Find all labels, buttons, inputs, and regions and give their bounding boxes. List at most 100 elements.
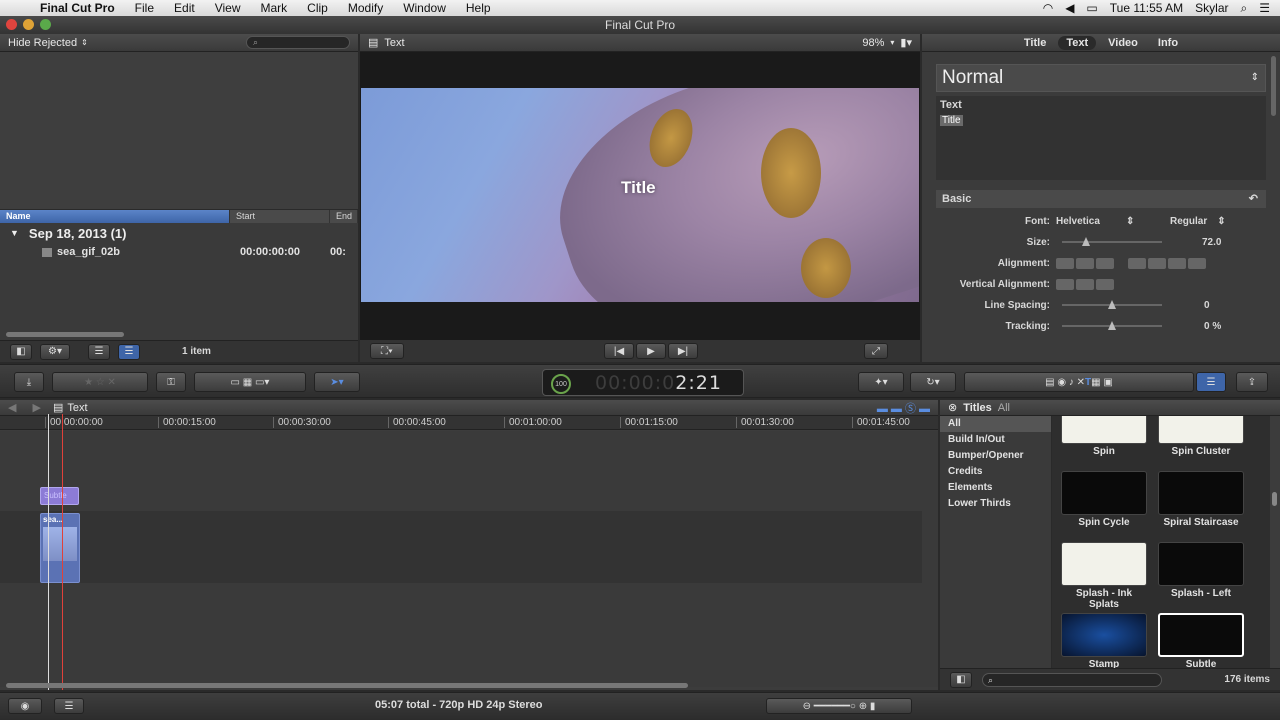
title-tile[interactable]: Spin Cycle [1060,471,1148,528]
enhance-button[interactable]: ✦▾ [858,372,904,392]
weight-popup[interactable]: Regular [1170,216,1207,227]
title-tile[interactable]: Splash - Left [1157,542,1245,599]
list-view-button[interactable]: ☰ [118,343,140,360]
menu-help[interactable]: Help [456,1,501,15]
category-lower-thirds[interactable]: Lower Thirds [940,496,1051,512]
valign-buttons[interactable] [1056,278,1114,290]
tracking-slider[interactable] [1062,321,1162,330]
search-icon[interactable]: ⌕ [1241,1,1248,16]
tab-title[interactable]: Title [1016,36,1054,50]
column-name[interactable]: Name [0,210,230,223]
reset-icon[interactable]: ↶ [1249,190,1258,208]
fullscreen-button[interactable]: ⤢ [864,343,888,359]
action-gear-button[interactable]: ⚙▾ [40,343,70,360]
tab-video[interactable]: Video [1100,36,1146,50]
library-toggle-button[interactable]: ◧ [10,343,32,360]
horizontal-scrollbar[interactable] [6,332,124,337]
chevron-down-icon[interactable]: ▾ [890,38,894,47]
category-build-in-out[interactable]: Build In/Out [940,432,1051,448]
share-button[interactable]: ⇪ [1236,372,1268,392]
list-icon[interactable]: ☰ [1259,1,1270,15]
video-frame[interactable]: Title [361,88,919,302]
alignment-buttons[interactable] [1056,257,1114,269]
basic-section-header[interactable]: Basic ↶ [936,190,1266,208]
menu-user[interactable]: Skylar [1195,1,1228,15]
timeline-scrollbar[interactable] [6,683,688,688]
minimize-icon[interactable] [23,19,34,30]
rating-buttons[interactable]: ★ ☆ ✕ [52,372,148,392]
titles-browser-icon[interactable]: T [1085,377,1091,388]
view-options-icon[interactable]: ▮▾ [900,36,912,49]
line-spacing-slider[interactable] [1062,300,1162,309]
retime-button[interactable]: ↻▾ [910,372,956,392]
timeline-ruler[interactable]: 00:00:00:00 00:00:15:00 00:00:30:00 00:0… [0,416,938,430]
title-tile[interactable]: Splash - Ink Splats [1060,542,1148,610]
title-clip[interactable]: Subtle [40,487,79,505]
playhead[interactable] [62,414,63,690]
list-item[interactable]: sea_gif_02b 00:00:00:00 00: [0,243,358,261]
titles-filter[interactable]: All [998,402,1010,414]
wifi-icon[interactable]: ◠ [1043,1,1053,15]
column-end[interactable]: End [330,210,358,223]
menu-view[interactable]: View [205,1,251,15]
close-icon[interactable] [6,19,17,30]
title-tile[interactable]: Spin [1060,416,1148,457]
audio-meters-button[interactable]: ◉ [8,698,42,714]
timeline-index-button[interactable]: ☰ [54,698,84,714]
import-button[interactable]: ⤓ [14,372,44,392]
title-tile-selected[interactable]: Subtle [1157,613,1245,668]
filter-popup[interactable]: Hide Rejected [8,37,77,49]
disclosure-triangle-icon[interactable]: ▼ [10,228,19,238]
title-tile[interactable]: Stamp [1060,613,1148,668]
title-tile[interactable]: Spin Cluster [1157,416,1245,457]
sidebar-toggle-button[interactable]: ◧ [950,671,972,688]
line-spacing-value[interactable]: 0 [1204,300,1210,311]
timeline-controls[interactable]: ▬ ▬ Ⓢ ▬ [877,400,930,416]
video-clip[interactable]: sea... [40,513,80,583]
menu-modify[interactable]: Modify [338,1,393,15]
titles-search-input[interactable]: ⌕ [982,672,1162,687]
media-browser-buttons[interactable]: ▤ ◉ ♪ ✕ T ▦ ▣ [964,372,1194,392]
inspector-scrollbar[interactable] [1271,56,1276,116]
menu-app[interactable]: Final Cut Pro [30,1,125,15]
size-value[interactable]: 72.0 [1202,237,1221,248]
back-icon[interactable]: ◀ [8,401,16,414]
transform-button[interactable]: ⛶▾ [370,343,404,359]
menu-edit[interactable]: Edit [164,1,205,15]
column-start[interactable]: Start [230,210,330,223]
size-slider[interactable] [1062,237,1162,246]
titles-scrollbar[interactable] [1272,492,1277,506]
themes-button[interactable]: ☰ [1196,372,1226,392]
text-value[interactable]: Title [940,115,963,126]
keyword-button[interactable]: ⚿ [156,372,186,392]
zoom-slider[interactable]: ⊖ ━━━━━━○ ⊕ ▮ [766,698,912,714]
menu-clip[interactable]: Clip [297,1,338,15]
text-style-preset[interactable]: Normal ⇕ [936,64,1266,92]
category-bumper-opener[interactable]: Bumper/Opener [940,448,1051,464]
tracking-value[interactable]: 0 % [1204,321,1221,332]
zoom-icon[interactable] [40,19,51,30]
event-group[interactable]: ▼ Sep 18, 2013 (1) [0,223,358,243]
menu-window[interactable]: Window [393,1,456,15]
volume-icon[interactable]: ◀ [1065,1,1074,15]
select-tool-button[interactable]: ➤▾ [314,372,360,392]
previous-edit-button[interactable]: |◀ [604,343,634,359]
battery-icon[interactable]: ▭ [1086,1,1097,15]
close-icon[interactable]: ⊗ [948,401,957,414]
justify-buttons[interactable] [1128,257,1206,269]
forward-icon[interactable]: ▶ [32,401,40,414]
title-tile[interactable]: Spiral Staircase [1157,471,1245,528]
text-field[interactable]: Text Title [936,96,1266,180]
timecode-display[interactable]: 100 00:00:02:21 [542,369,744,396]
edit-buttons[interactable]: ▭ ▦ ▭▾ [194,372,306,392]
next-edit-button[interactable]: ▶| [668,343,698,359]
filmstrip-view-button[interactable]: ☰ [88,343,110,360]
menu-clock[interactable]: Tue 11:55 AM [1110,1,1183,15]
search-input[interactable]: ⌕ [246,36,350,49]
category-credits[interactable]: Credits [940,464,1051,480]
play-button[interactable]: ▶ [636,343,666,359]
tab-info[interactable]: Info [1150,36,1186,50]
font-popup[interactable]: Helvetica [1056,216,1126,227]
category-elements[interactable]: Elements [940,480,1051,496]
tab-text[interactable]: Text [1058,35,1097,50]
